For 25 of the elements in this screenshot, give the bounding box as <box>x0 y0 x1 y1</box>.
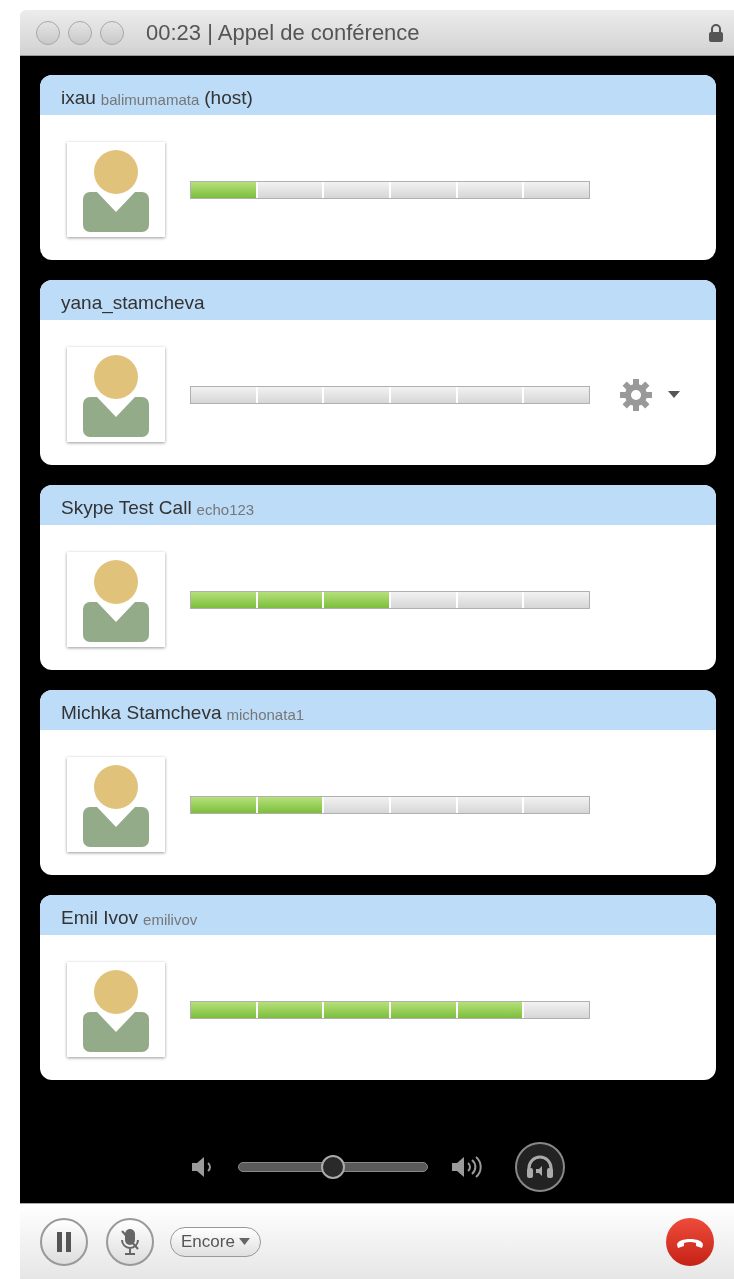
mute-microphone-button[interactable] <box>106 1217 154 1266</box>
caret-icon <box>668 391 680 398</box>
headset-button[interactable] <box>515 1142 565 1192</box>
participant-name: Michka Stamcheva <box>61 703 222 722</box>
participant-name: yana_stamcheva <box>61 293 205 312</box>
pause-icon <box>56 1231 72 1252</box>
hang-up-button[interactable] <box>666 1217 714 1266</box>
caret-icon <box>238 1238 250 1245</box>
window-title: 00:23 | Appel de conférence <box>146 19 420 47</box>
headset-icon <box>525 1154 555 1180</box>
lock-icon <box>708 24 724 42</box>
participant-username: balimumamata <box>100 92 200 107</box>
volume-slider[interactable] <box>238 1155 428 1179</box>
participant-role: (host) <box>204 88 253 107</box>
pause-button[interactable] <box>40 1217 88 1266</box>
participant-username: michonata1 <box>226 707 305 722</box>
participant-name: ixau <box>61 88 96 107</box>
participant-username: echo123 <box>196 502 255 517</box>
settings-dropdown-button[interactable] <box>618 376 680 413</box>
gear-icon <box>618 376 654 413</box>
participant-username: emilivov <box>143 912 198 927</box>
more-dropdown-button[interactable]: Encore <box>170 1226 261 1257</box>
participant-name: Skype Test Call <box>61 498 192 517</box>
participant-name: Emil Ivov <box>61 908 139 927</box>
microphone-muted-icon <box>119 1227 141 1256</box>
